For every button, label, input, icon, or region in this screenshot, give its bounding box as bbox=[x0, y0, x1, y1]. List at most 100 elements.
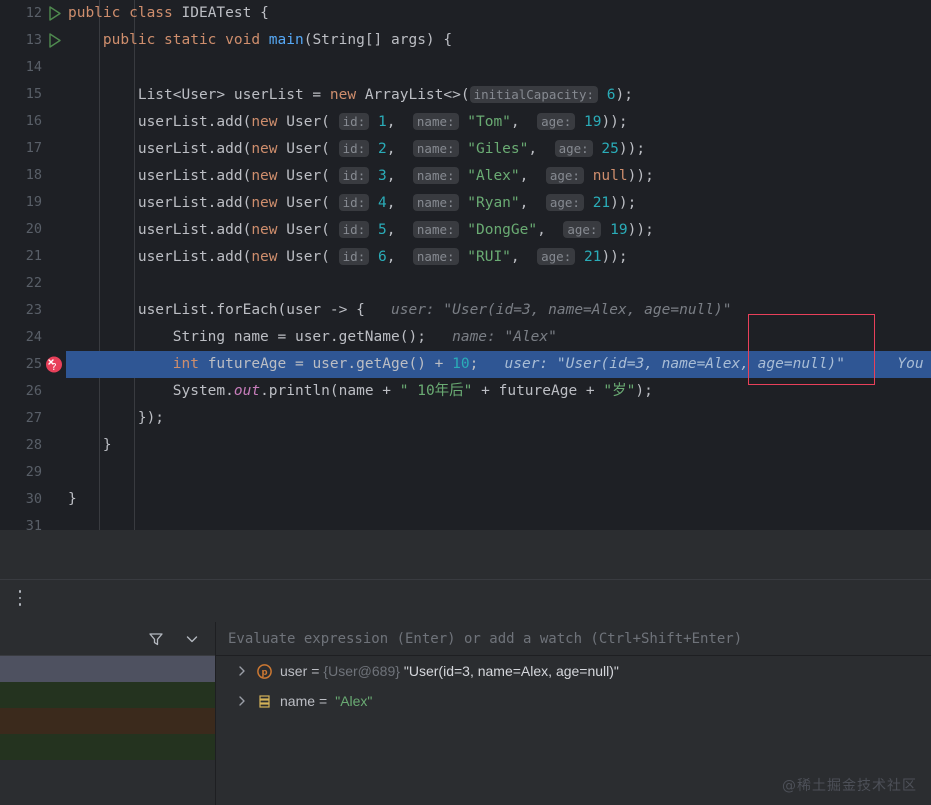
code-token: )); bbox=[627, 168, 654, 184]
code-token: , bbox=[510, 114, 538, 130]
breakpoint-icon[interactable]: ? bbox=[44, 351, 66, 378]
code-token: ); bbox=[635, 383, 653, 399]
chevron-down-icon[interactable] bbox=[183, 630, 201, 648]
frames-panel[interactable] bbox=[0, 622, 216, 805]
code-text: userList.add(new User( id: 2, name: "Gil… bbox=[66, 135, 645, 162]
code-token: .println(name + bbox=[260, 383, 400, 399]
code-text: public class IDEATest { bbox=[66, 0, 269, 27]
code-line[interactable]: 28 } bbox=[0, 432, 931, 459]
code-line[interactable]: 16 userList.add(new User( id: 1, name: "… bbox=[0, 108, 931, 135]
code-token: new bbox=[251, 141, 287, 157]
parameter-hint: id: bbox=[338, 167, 370, 184]
line-number: 30 bbox=[25, 491, 42, 507]
parameter-hint: age: bbox=[545, 167, 584, 184]
code-line[interactable]: 18 userList.add(new User( id: 3, name: "… bbox=[0, 162, 931, 189]
code-line[interactable]: 27 }); bbox=[0, 405, 931, 432]
code-token: out bbox=[233, 383, 261, 399]
code-token: IDEATest bbox=[181, 5, 261, 21]
filter-icon[interactable] bbox=[147, 630, 165, 648]
code-token: } bbox=[68, 491, 77, 507]
code-token: "Giles" bbox=[467, 141, 529, 157]
frame-row[interactable] bbox=[0, 656, 215, 682]
code-token: 1 bbox=[377, 114, 387, 130]
variable-value: "User(id=3, name=Alex, age=null)" bbox=[403, 663, 619, 679]
kebab-menu-icon[interactable] bbox=[12, 590, 28, 612]
code-token: )); bbox=[601, 249, 628, 265]
variable-row[interactable]: name = "Alex" bbox=[216, 686, 931, 716]
code-line[interactable]: 20 userList.add(new User( id: 5, name: "… bbox=[0, 216, 931, 243]
parameter-hint: initialCapacity: bbox=[469, 86, 599, 103]
debugger-toolbar[interactable] bbox=[0, 580, 931, 622]
code-editor[interactable]: 12 public class IDEATest {13 public stati… bbox=[0, 0, 931, 530]
variable-reference: {User@689} bbox=[323, 663, 400, 679]
code-line[interactable]: 29 bbox=[0, 459, 931, 486]
parameter-hint: id: bbox=[338, 194, 370, 211]
code-line[interactable]: 17 userList.add(new User( id: 2, name: "… bbox=[0, 135, 931, 162]
frames-header bbox=[0, 622, 215, 656]
evaluate-expression-input[interactable]: Evaluate expression (Enter) or add a wat… bbox=[216, 622, 931, 656]
code-token: List<User> userList = bbox=[68, 87, 330, 103]
code-text: userList.add(new User( id: 1, name: "Tom… bbox=[66, 108, 628, 135]
code-token: 3 bbox=[377, 168, 387, 184]
run-arrow-icon[interactable] bbox=[44, 0, 66, 27]
chevron-right-icon[interactable] bbox=[234, 663, 250, 679]
code-token: , bbox=[386, 114, 413, 130]
code-token: "DongGe" bbox=[467, 222, 538, 238]
line-number: 23 bbox=[25, 302, 42, 318]
code-line[interactable]: 14 bbox=[0, 54, 931, 81]
code-token: userList.add( bbox=[68, 195, 252, 211]
code-token: main bbox=[268, 32, 304, 48]
code-token: User( bbox=[286, 141, 330, 157]
code-text: userList.add(new User( id: 3, name: "Ale… bbox=[66, 162, 654, 189]
code-token: , bbox=[386, 222, 413, 238]
chevron-right-icon[interactable] bbox=[234, 693, 250, 709]
code-token: "RUI" bbox=[467, 249, 511, 265]
code-token: userList.forEach(user -> { bbox=[68, 302, 365, 318]
code-token: userList.add( bbox=[68, 114, 252, 130]
code-token: , bbox=[519, 168, 546, 184]
code-token: User( bbox=[286, 249, 330, 265]
frame-row[interactable] bbox=[0, 682, 215, 708]
parameter-hint: id: bbox=[338, 113, 370, 130]
code-token: 21 bbox=[583, 249, 602, 265]
code-line[interactable]: 22 bbox=[0, 270, 931, 297]
line-number: 31 bbox=[25, 518, 42, 530]
code-token: userList.add( bbox=[68, 141, 252, 157]
code-token: class bbox=[129, 5, 182, 21]
code-line[interactable]: 12 public class IDEATest { bbox=[0, 0, 931, 27]
line-number: 18 bbox=[25, 167, 42, 183]
parameter-hint: name: bbox=[412, 248, 459, 265]
code-token: System. bbox=[68, 383, 234, 399]
line-number: 25 bbox=[25, 356, 42, 372]
code-line[interactable]: 21 userList.add(new User( id: 6, name: "… bbox=[0, 243, 931, 270]
frame-row[interactable] bbox=[0, 708, 215, 734]
variable-name: name bbox=[280, 693, 316, 709]
frame-row[interactable] bbox=[0, 734, 215, 760]
code-text: System.out.println(name + " 10年后" + futu… bbox=[66, 378, 653, 405]
code-token: User( bbox=[286, 114, 330, 130]
equals-sign: = bbox=[311, 663, 320, 679]
code-line[interactable]: 13 public static void main(String[] args… bbox=[0, 27, 931, 54]
code-token: (String[] args) { bbox=[303, 32, 453, 48]
code-line[interactable]: 15 List<User> userList = new ArrayList<>… bbox=[0, 81, 931, 108]
variable-row[interactable]: p user = {User@689} "User(id=3, name=Alex, a… bbox=[216, 656, 931, 686]
code-token: null bbox=[592, 168, 628, 184]
run-arrow-icon[interactable] bbox=[44, 27, 66, 54]
code-line[interactable]: 19 userList.add(new User( id: 4, name: "… bbox=[0, 189, 931, 216]
parameter-hint: name: bbox=[412, 113, 459, 130]
parameter-hint: name: bbox=[412, 140, 459, 157]
code-line[interactable]: 30} bbox=[0, 486, 931, 513]
code-token: ArrayList<>( bbox=[364, 87, 470, 103]
code-token: "岁" bbox=[603, 383, 636, 399]
code-text: userList.forEach(user -> { user: "User(i… bbox=[66, 297, 732, 324]
code-line[interactable]: 31 bbox=[0, 513, 931, 530]
code-token: + futureAge + bbox=[472, 383, 604, 399]
code-text: userList.add(new User( id: 4, name: "Rya… bbox=[66, 189, 636, 216]
